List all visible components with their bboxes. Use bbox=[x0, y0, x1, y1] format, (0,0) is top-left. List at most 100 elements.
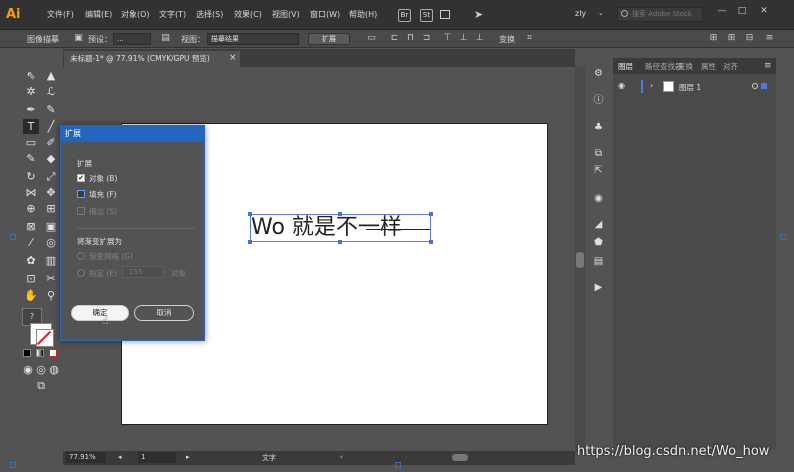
status-scroll-arrow-icon[interactable]: ‹ bbox=[340, 453, 343, 461]
pen-tool-icon[interactable]: ✒ bbox=[23, 102, 39, 117]
specify-input[interactable]: 255 bbox=[122, 266, 164, 278]
target-icon[interactable] bbox=[752, 83, 758, 89]
export-icon[interactable]: ⇱ bbox=[592, 164, 605, 177]
artboard-number[interactable]: 1 bbox=[141, 453, 145, 461]
view-select[interactable]: 描摹结果 bbox=[207, 33, 299, 45]
symbol-sprayer-tool-icon[interactable]: ✿ bbox=[23, 253, 39, 268]
stock-icon[interactable]: St bbox=[420, 9, 433, 22]
close-window-button[interactable]: ✕ bbox=[754, 5, 774, 18]
color-mode-icon[interactable] bbox=[23, 349, 31, 357]
info-icon[interactable]: ⓘ bbox=[592, 94, 605, 107]
artboards-icon[interactable]: ⧉ bbox=[592, 147, 605, 160]
draw-inside-icon[interactable]: ◍ bbox=[46, 362, 62, 377]
selection-tool-icon[interactable]: ⇖ bbox=[23, 68, 39, 83]
crop-icon[interactable]: ⌗ bbox=[524, 33, 535, 44]
prev-artboard-icon[interactable]: ◂ bbox=[118, 453, 122, 461]
image-trace-panel-icon[interactable]: ▤ bbox=[160, 33, 171, 44]
gradient-mode-icon[interactable] bbox=[36, 349, 44, 357]
selection-indicator[interactable] bbox=[761, 83, 767, 89]
type-tool-icon[interactable]: T bbox=[23, 119, 39, 134]
preset-select[interactable]: ... bbox=[113, 33, 151, 45]
rectangle-tool-icon[interactable]: ▭ bbox=[23, 135, 39, 150]
line-tool-icon[interactable]: ╱ bbox=[43, 119, 59, 134]
zoom-tool-icon[interactable]: ⚲ bbox=[43, 288, 59, 303]
artboard-tool-icon[interactable]: ⊡ bbox=[23, 271, 39, 286]
selection-handle[interactable] bbox=[338, 212, 342, 216]
tab-transform[interactable]: 变换 bbox=[678, 61, 693, 72]
cancel-button[interactable]: 取消 bbox=[134, 305, 194, 321]
fill-checkbox[interactable] bbox=[77, 190, 85, 198]
brushes-icon[interactable]: ⬟ bbox=[592, 236, 605, 249]
shaper-tool-icon[interactable]: ✎ bbox=[23, 151, 39, 166]
object-checkbox[interactable]: ✔ bbox=[77, 174, 85, 182]
document-tab[interactable]: 未标题-1* @ 77.91% (CMYK/GPU 预览) bbox=[64, 51, 240, 67]
screen-mode-icon[interactable]: ⧉ bbox=[33, 378, 49, 393]
align-middle-icon[interactable]: ⊥ bbox=[458, 33, 469, 44]
panel-menu-icon[interactable]: ⊞ bbox=[726, 33, 737, 44]
ok-button[interactable]: 确定 bbox=[71, 305, 129, 321]
gpu-performance-icon[interactable]: ➤ bbox=[474, 8, 483, 21]
eraser-tool-icon[interactable]: ◆ bbox=[43, 151, 59, 166]
workspace-switcher[interactable]: zly bbox=[575, 9, 586, 18]
selection-handle[interactable] bbox=[248, 240, 252, 244]
none-mode-icon[interactable] bbox=[49, 349, 57, 357]
gradient-tool-icon[interactable]: ▣ bbox=[43, 219, 59, 234]
appearance-icon[interactable]: ⚙ bbox=[592, 67, 605, 80]
direct-selection-tool-icon[interactable]: ▲ bbox=[43, 68, 59, 83]
menu-help[interactable]: 帮助(H) bbox=[349, 9, 377, 20]
tab-attributes[interactable]: 属性 bbox=[701, 61, 716, 72]
eyedropper-tool-icon[interactable]: ⁄ bbox=[23, 235, 39, 250]
column-graph-tool-icon[interactable]: ▥ bbox=[43, 253, 59, 268]
menu-view[interactable]: 视图(V) bbox=[272, 9, 300, 20]
tab-align[interactable]: 对齐 bbox=[723, 61, 738, 72]
transform-button[interactable]: 变换 bbox=[499, 34, 515, 45]
symbols-icon[interactable]: ♣ bbox=[592, 121, 605, 134]
curvature-tool-icon[interactable]: ✎ bbox=[43, 102, 59, 117]
lasso-tool-icon[interactable]: ℒ bbox=[43, 84, 59, 99]
perspective-grid-tool-icon[interactable]: ⊞ bbox=[43, 201, 59, 216]
align-bottom-icon[interactable]: ⊥ bbox=[474, 33, 485, 44]
horizontal-scroll-thumb[interactable] bbox=[452, 454, 468, 461]
close-tab-icon[interactable]: × bbox=[229, 53, 237, 63]
arrange-icon[interactable]: ⊟ bbox=[744, 33, 755, 44]
menu-effect[interactable]: 效果(C) bbox=[234, 9, 262, 20]
align-right-icon[interactable]: ⊐ bbox=[421, 33, 432, 44]
selection-handle[interactable] bbox=[338, 240, 342, 244]
shape-builder-tool-icon[interactable]: ⊕ bbox=[23, 201, 39, 216]
selection-handle[interactable] bbox=[429, 240, 433, 244]
blend-tool-icon[interactable]: ◎ bbox=[43, 235, 59, 250]
arrange-documents-icon[interactable] bbox=[440, 10, 450, 19]
expand-button[interactable]: 扩展 bbox=[308, 33, 350, 45]
slice-tool-icon[interactable]: ✂ bbox=[43, 271, 59, 286]
menu-window[interactable]: 窗口(W) bbox=[310, 9, 340, 20]
menu-edit[interactable]: 编辑(E) bbox=[85, 9, 112, 20]
color-guide-icon[interactable]: ◉ bbox=[592, 192, 605, 205]
scale-tool-icon[interactable]: ⤢ bbox=[43, 169, 59, 184]
specify-radio[interactable] bbox=[77, 269, 85, 277]
magic-wand-tool-icon[interactable]: ✲ bbox=[23, 84, 39, 99]
menu-type[interactable]: 文字(T) bbox=[159, 9, 186, 20]
align-to-icon[interactable]: ▭ bbox=[366, 33, 377, 44]
menu-object[interactable]: 对象(O) bbox=[121, 9, 150, 20]
hand-tool-icon[interactable]: ✋ bbox=[23, 288, 39, 303]
actions-play-icon[interactable]: ▶ bbox=[592, 281, 605, 294]
menu-select[interactable]: 选择(S) bbox=[196, 9, 223, 20]
align-left-icon[interactable]: ⊏ bbox=[389, 33, 400, 44]
restore-button[interactable]: □ bbox=[732, 5, 752, 18]
swatches-icon[interactable]: ▤ bbox=[592, 255, 605, 268]
paintbrush-tool-icon[interactable]: ✐ bbox=[43, 135, 59, 150]
selection-handle[interactable] bbox=[248, 212, 252, 216]
layer-name[interactable]: 图层 1 bbox=[679, 82, 701, 93]
selection-handle[interactable] bbox=[429, 212, 433, 216]
panel-menu-icon[interactable]: ≡ bbox=[764, 61, 772, 71]
align-center-icon[interactable]: ⊓ bbox=[405, 33, 416, 44]
mesh-tool-icon[interactable]: ⊠ bbox=[23, 219, 39, 234]
stroke-checkbox[interactable] bbox=[77, 207, 85, 215]
expand-layer-chevron-icon[interactable]: › bbox=[650, 81, 653, 90]
trace-panel-icon[interactable]: ▣ bbox=[73, 33, 84, 44]
rotate-tool-icon[interactable]: ↻ bbox=[23, 169, 39, 184]
next-artboard-icon[interactable]: ▸ bbox=[186, 453, 190, 461]
selection-bounding-box[interactable] bbox=[250, 214, 431, 242]
scroll-thumb[interactable] bbox=[576, 252, 584, 268]
align-top-icon[interactable]: ⊤ bbox=[442, 33, 453, 44]
